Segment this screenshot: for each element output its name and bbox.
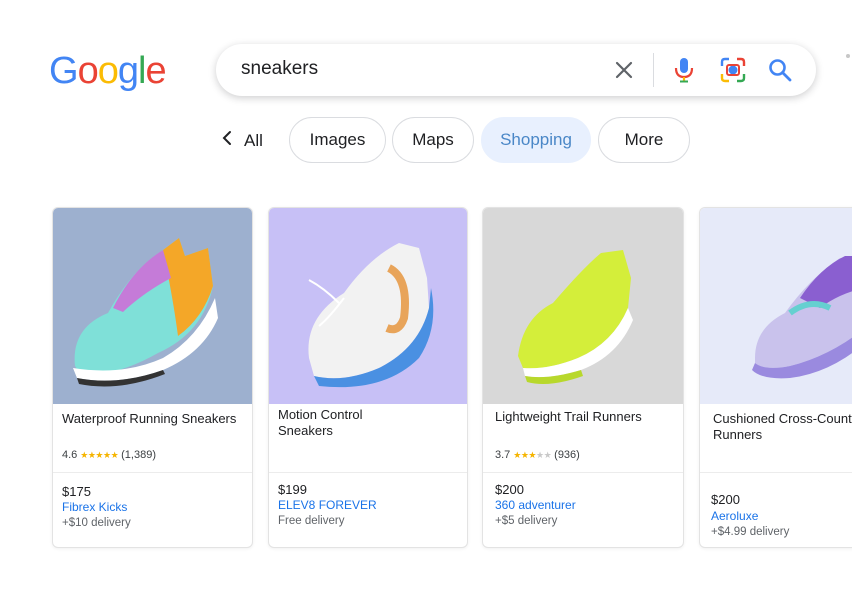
logo-letter: e [145, 50, 166, 92]
rating-value: 4.6 [62, 449, 78, 461]
logo-letter: o [77, 50, 99, 92]
product-card[interactable]: Lightweight Trail Runners 3.7 ★★★★★ (936… [482, 207, 684, 548]
delivery-info: +$5 delivery [495, 515, 558, 527]
search-icon[interactable] [766, 56, 794, 84]
product-title[interactable]: Cushioned Cross-Country Runners [713, 411, 852, 443]
logo-letter: G [49, 50, 79, 92]
review-count: (936) [554, 449, 580, 461]
search-divider [653, 53, 654, 87]
product-card[interactable]: Motion Control Sneakers $199 ELEV8 FOREV… [268, 207, 468, 548]
product-title[interactable]: Lightweight Trail Runners [495, 409, 680, 425]
delivery-info: +$10 delivery [62, 517, 131, 529]
tab-maps[interactable]: Maps [392, 117, 474, 163]
clear-icon[interactable] [610, 56, 638, 84]
delivery-info: +$4.99 delivery [711, 526, 790, 538]
logo-letter: o [97, 50, 119, 92]
product-image[interactable] [53, 208, 252, 404]
chevron-left-icon [222, 130, 232, 151]
product-rating: 3.7 ★★★★★ (936) [495, 449, 580, 461]
tab-all[interactable]: All [222, 130, 263, 151]
tab-more-label: More [624, 130, 664, 149]
card-divider [483, 472, 683, 473]
seller-link[interactable]: Aeroluxe [711, 509, 758, 523]
tab-shopping-label: Shopping [500, 130, 572, 149]
logo-letter: l [137, 50, 147, 92]
tab-images-label: Images [309, 130, 366, 149]
tab-all-label: All [244, 130, 263, 150]
image-search-icon[interactable] [719, 56, 747, 84]
tab-shopping[interactable]: Shopping [481, 117, 591, 163]
tab-images[interactable]: Images [289, 117, 386, 163]
review-count: (1,389) [121, 449, 156, 461]
product-rating: 4.6 ★★★★★ (1,389) [62, 449, 156, 461]
search-input[interactable]: sneakers [241, 58, 318, 80]
seller-link[interactable]: ELEV8 FOREVER [278, 498, 377, 512]
search-box[interactable]: sneakers [216, 44, 816, 96]
product-card[interactable]: Cushioned Cross-Country Runners $200 Aer… [699, 207, 852, 548]
product-price: $199 [278, 482, 307, 497]
product-title[interactable]: Motion Control Sneakers [278, 407, 388, 439]
card-divider [700, 472, 852, 473]
delivery-info: Free delivery [278, 515, 345, 527]
star-rating-icon: ★★★★★ [513, 449, 552, 460]
product-image[interactable] [269, 208, 467, 404]
seller-link[interactable]: Fibrex Kicks [62, 500, 127, 514]
product-image[interactable] [700, 208, 852, 404]
card-divider [269, 472, 467, 473]
product-price: $200 [495, 482, 524, 497]
product-title[interactable]: Waterproof Running Sneakers [62, 411, 247, 427]
star-rating-icon: ★★★★★ [80, 449, 119, 460]
rating-value: 3.7 [495, 449, 511, 461]
google-logo[interactable]: Google [49, 50, 167, 93]
card-divider [53, 472, 252, 473]
seller-link[interactable]: 360 adventurer [495, 498, 576, 512]
voice-search-icon[interactable] [670, 56, 698, 84]
product-image[interactable] [483, 208, 683, 404]
tab-more[interactable]: More [598, 117, 690, 163]
product-price: $200 [711, 492, 740, 507]
tab-maps-label: Maps [412, 130, 454, 149]
product-card[interactable]: Waterproof Running Sneakers 4.6 ★★★★★ (1… [52, 207, 253, 548]
apps-dot [846, 54, 850, 58]
product-price: $175 [62, 484, 91, 499]
logo-letter: g [117, 50, 139, 92]
